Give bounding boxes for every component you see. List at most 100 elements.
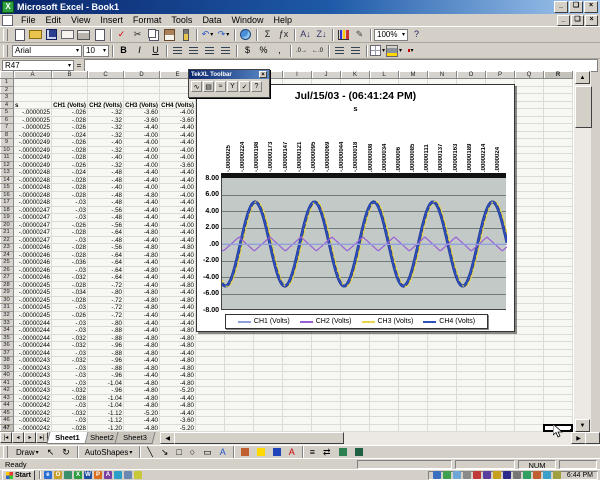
cell-A31[interactable]: -.00000245	[14, 304, 52, 312]
cell-A21[interactable]: -.00000247	[14, 229, 52, 237]
cell-E41[interactable]: -4.80	[160, 380, 196, 388]
get-waveform-button[interactable]: ≈	[215, 81, 226, 92]
cell-E22[interactable]: -4.40	[160, 237, 196, 245]
cell-D16[interactable]: -4.80	[124, 192, 160, 200]
cell-A25[interactable]: -.00000246	[14, 259, 52, 267]
row-header-14[interactable]: 14	[0, 177, 14, 185]
cell-E36[interactable]: -4.80	[160, 342, 196, 350]
cell-C19[interactable]: -.48	[88, 214, 124, 222]
cell-B1[interactable]	[52, 79, 88, 87]
cell-C29[interactable]: -.80	[88, 289, 124, 297]
cell-D5[interactable]: -3.60	[124, 109, 160, 117]
row-header-5[interactable]: 5	[0, 109, 14, 117]
zoom-combo-box[interactable]: 100%▾	[374, 29, 408, 41]
settings-check-button[interactable]: ✓	[239, 81, 250, 92]
cell-C26[interactable]: -.64	[88, 267, 124, 275]
cell-A18[interactable]: -.00000247	[14, 207, 52, 215]
cell-E29[interactable]: -4.40	[160, 289, 196, 297]
help-button[interactable]: ?	[409, 28, 424, 42]
increase-decimal-button[interactable]: .0→	[294, 44, 309, 58]
cell-D11[interactable]: -4.00	[124, 154, 160, 162]
tray-icon[interactable]	[453, 471, 461, 479]
workbook-close-button[interactable]: ×	[585, 15, 598, 26]
row-header-13[interactable]: 13	[0, 169, 14, 177]
cell-B25[interactable]: -.036	[52, 259, 88, 267]
autosum-button[interactable]: Σ	[260, 28, 275, 42]
column-header-M[interactable]: M	[399, 71, 428, 79]
cell-B15[interactable]: -.028	[52, 184, 88, 192]
format-painter-button[interactable]	[178, 28, 193, 42]
cell-A20[interactable]: -.00000247	[14, 222, 52, 230]
start-button[interactable]: Start	[2, 470, 35, 480]
cell-D6[interactable]: -3.60	[124, 117, 160, 125]
cell-E7[interactable]: -4.40	[160, 124, 196, 132]
cell-A24[interactable]: -.00000246	[14, 252, 52, 260]
cell-B33[interactable]: -.03	[52, 320, 88, 328]
cell-D32[interactable]: -4.40	[124, 312, 160, 320]
cell-D18[interactable]: -4.40	[124, 207, 160, 215]
cell-B44[interactable]: -.03	[52, 402, 88, 410]
fill-color-draw-button[interactable]	[254, 447, 268, 458]
line-style-button[interactable]: ≡	[307, 447, 318, 458]
cell-B43[interactable]: -.028	[52, 395, 88, 403]
dropdown-icon[interactable]: ▾	[210, 32, 213, 38]
cell-A7[interactable]: -.0000025	[14, 124, 52, 132]
cell-D10[interactable]: -4.00	[124, 147, 160, 155]
cell-D24[interactable]: -4.80	[124, 252, 160, 260]
cell-A6[interactable]: -.0000025	[14, 117, 52, 125]
cell-B12[interactable]: -.026	[52, 162, 88, 170]
scroll-up-button[interactable]: ▲	[575, 71, 590, 84]
cell-A13[interactable]: -.00000248	[14, 169, 52, 177]
paint-icon[interactable]	[124, 471, 132, 479]
cell-B35[interactable]: -.032	[52, 335, 88, 343]
row-header-45[interactable]: 45	[0, 410, 14, 418]
cell-D22[interactable]: -4.40	[124, 237, 160, 245]
tray-icon[interactable]	[553, 471, 561, 479]
tray-icon[interactable]	[433, 471, 441, 479]
cell-C31[interactable]: -.72	[88, 304, 124, 312]
row-header-30[interactable]: 30	[0, 297, 14, 305]
menu-view[interactable]: View	[66, 15, 95, 25]
arrow-button[interactable]: ↘	[158, 447, 172, 458]
tray-icon[interactable]	[493, 471, 501, 479]
cell-C41[interactable]: -1.04	[88, 380, 124, 388]
row-header-6[interactable]: 6	[0, 117, 14, 125]
row-header-4[interactable]: 4	[0, 102, 14, 110]
cell-E16[interactable]: -4.00	[160, 192, 196, 200]
cell-D21[interactable]: -4.80	[124, 229, 160, 237]
cell-B10[interactable]: -.028	[52, 147, 88, 155]
cell-D30[interactable]: -4.80	[124, 297, 160, 305]
menu-data[interactable]: Data	[197, 15, 226, 25]
cell-A15[interactable]: -.00000248	[14, 184, 52, 192]
cell-B31[interactable]: -.03	[52, 304, 88, 312]
scroll-down-button[interactable]: ▼	[575, 419, 590, 432]
dropdown-icon[interactable]: ▾	[36, 449, 39, 456]
cell-D44[interactable]: -4.80	[124, 402, 160, 410]
row-header-39[interactable]: 39	[0, 365, 14, 373]
cell-A39[interactable]: -.00000243	[14, 365, 52, 373]
decrease-indent-button[interactable]	[332, 44, 347, 58]
zoom-combo[interactable]: 100%▾	[374, 28, 408, 42]
cell-C9[interactable]: -.40	[88, 139, 124, 147]
menu-window[interactable]: Window	[226, 15, 268, 25]
cell-E39[interactable]: -4.80	[160, 365, 196, 373]
threed-button[interactable]	[352, 447, 366, 458]
cell-D43[interactable]: -4.80	[124, 395, 160, 403]
cell-A2[interactable]	[14, 87, 52, 95]
cell-B24[interactable]: -.028	[52, 252, 88, 260]
cell-D17[interactable]: -4.40	[124, 199, 160, 207]
clipart-button[interactable]	[238, 447, 252, 458]
column-header-R[interactable]: R	[544, 71, 573, 79]
new-workbook-button[interactable]	[12, 28, 27, 42]
cell-D26[interactable]: -4.80	[124, 267, 160, 275]
row-header-1[interactable]: 1	[0, 79, 14, 87]
workbook-minimize-button[interactable]: _	[557, 15, 570, 26]
cell-E21[interactable]: -4.40	[160, 229, 196, 237]
row-header-24[interactable]: 24	[0, 252, 14, 260]
tab-nav-button[interactable]: |◂	[0, 432, 12, 443]
email-button[interactable]	[60, 28, 75, 42]
cell-B32[interactable]: -.026	[52, 312, 88, 320]
tekxl-title-bar[interactable]: TekXL Toolbar ×	[189, 70, 269, 79]
row-header-31[interactable]: 31	[0, 304, 14, 312]
tray-icon[interactable]	[443, 471, 451, 479]
